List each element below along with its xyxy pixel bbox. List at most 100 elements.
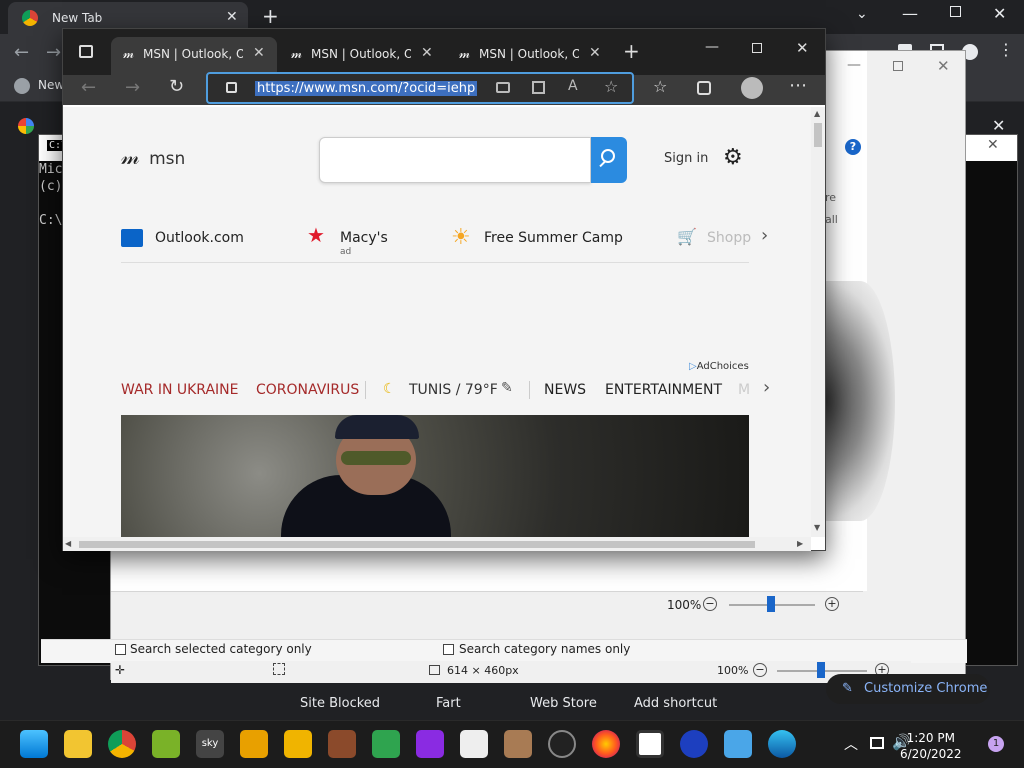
zoom-in-icon[interactable]: + — [825, 597, 839, 611]
chevron-up-icon[interactable]: ︿ — [844, 734, 858, 754]
new-tab-plus-icon[interactable]: + — [623, 39, 640, 63]
checkbox-category-names[interactable] — [443, 644, 454, 655]
minimize-icon[interactable]: — — [847, 57, 861, 73]
scroll-thumb[interactable] — [814, 123, 822, 147]
nav-coronavirus[interactable]: CORONAVIRUS — [256, 382, 359, 398]
vertical-scrollbar[interactable]: ▲ ▼ — [811, 107, 825, 537]
wii-icon[interactable] — [460, 730, 488, 758]
forward-arrow-icon[interactable]: → — [125, 77, 140, 98]
forward-arrow-icon[interactable]: → — [46, 42, 61, 63]
close-window-icon[interactable]: ✕ — [993, 4, 1006, 23]
shortcut-fart[interactable]: Fart — [436, 696, 461, 711]
zoom-out-icon[interactable]: − — [753, 663, 767, 677]
xapp-icon[interactable] — [680, 730, 708, 758]
read-aloud-icon[interactable]: A — [568, 78, 578, 94]
vpn-shield-icon[interactable] — [284, 730, 312, 758]
bookmark-new[interactable]: New — [38, 78, 64, 92]
new-tab-plus-icon[interactable]: + — [262, 4, 279, 28]
firefox-icon[interactable] — [592, 730, 620, 758]
close-window-icon[interactable]: ✕ — [987, 137, 999, 153]
nav-war-in-ukraine[interactable]: WAR IN UKRAINE — [121, 382, 239, 398]
scroll-down-icon[interactable]: ▼ — [814, 523, 820, 532]
search-input[interactable] — [319, 137, 591, 183]
clock[interactable]: 1:20 PM 6/20/2022 — [900, 730, 962, 762]
scroll-right-icon[interactable]: ▶ — [797, 539, 803, 548]
edge-tab-msn-3[interactable]: 𝓂 MSN | Outlook, Office ✕ — [447, 37, 613, 75]
minimize-icon[interactable]: — — [705, 39, 719, 55]
window-icon[interactable] — [636, 730, 664, 758]
menu-dots-icon[interactable]: ⋯ — [789, 75, 807, 96]
side-text: re — [825, 191, 837, 204]
favorites-icon[interactable]: ☆ — [653, 77, 667, 96]
collections-icon[interactable] — [697, 81, 711, 95]
close-window-icon[interactable]: ✕ — [937, 57, 950, 75]
chrome-taskbar-icon[interactable] — [108, 730, 136, 758]
close-icon[interactable]: ✕ — [421, 45, 433, 61]
nav-news[interactable]: NEWS — [544, 382, 586, 398]
url-text[interactable]: https://www.msn.com/?ocid=iehp — [255, 81, 478, 96]
customize-chrome-button[interactable]: ✎ Customize Chrome — [826, 674, 990, 704]
sign-in-link[interactable]: Sign in — [664, 151, 708, 166]
menu-dots-icon[interactable]: ⋮ — [998, 40, 1014, 59]
game-icon[interactable] — [416, 730, 444, 758]
notepad-icon[interactable] — [724, 730, 752, 758]
zoom-thumb[interactable] — [767, 596, 775, 612]
network-icon[interactable] — [870, 737, 884, 749]
start-windows-icon[interactable] — [20, 730, 48, 758]
shortcut-labels: Site Blocked Fart Web Store Add shortcut — [290, 694, 730, 714]
edge-tab-msn-2[interactable]: 𝓂 MSN | Outlook, Office ✕ — [279, 37, 445, 75]
edge-tab-msn-1[interactable]: 𝓂 MSN | Outlook, Office ✕ — [111, 37, 277, 75]
app-green-icon[interactable] — [152, 730, 180, 758]
add-favorite-icon[interactable]: ☆ — [604, 77, 618, 96]
scroll-thumb[interactable] — [79, 541, 755, 548]
monkey-icon[interactable] — [504, 730, 532, 758]
zoom-thumb[interactable] — [817, 662, 825, 678]
file-explorer-icon[interactable] — [64, 730, 92, 758]
close-icon[interactable]: ✕ — [992, 116, 1005, 135]
close-icon[interactable]: ✕ — [253, 45, 265, 61]
edge-taskbar-icon[interactable] — [768, 730, 796, 758]
nav-more[interactable]: M — [738, 382, 750, 398]
hero-image[interactable] — [121, 415, 749, 537]
close-icon[interactable]: ✕ — [589, 45, 601, 61]
address-bar[interactable]: https://www.msn.com/?ocid=iehp A ☆ — [206, 72, 634, 104]
chevron-down-icon[interactable]: ⌄ — [856, 6, 868, 22]
checkbox-selected-category[interactable] — [115, 644, 126, 655]
nav-entertainment[interactable]: ENTERTAINMENT — [605, 382, 722, 398]
search-button[interactable] — [591, 137, 627, 183]
pencil-icon[interactable]: ✎ — [501, 380, 513, 396]
chevron-right-icon[interactable]: › — [761, 225, 768, 246]
help-icon[interactable]: ? — [845, 139, 861, 155]
coffee-icon[interactable] — [328, 730, 356, 758]
shield-icon[interactable] — [240, 730, 268, 758]
maximize-icon[interactable] — [752, 43, 762, 53]
refresh-icon[interactable]: ↻ — [169, 76, 184, 97]
maximize-icon[interactable] — [893, 61, 903, 71]
scroll-left-icon[interactable]: ◀ — [65, 539, 71, 548]
msn-logo[interactable]: 𝓂 msn — [121, 145, 185, 170]
back-arrow-icon[interactable]: ← — [81, 77, 96, 98]
chevron-right-icon[interactable]: › — [763, 377, 770, 398]
shortcut-site-blocked[interactable]: Site Blocked — [300, 696, 380, 711]
close-window-icon[interactable]: ✕ — [796, 39, 809, 57]
sky-app-icon[interactable]: sky — [196, 730, 224, 758]
minimize-icon[interactable]: — — [902, 4, 918, 23]
back-arrow-icon[interactable]: ← — [14, 42, 29, 63]
zoom-out-icon[interactable]: − — [703, 597, 717, 611]
qr-code-icon[interactable] — [532, 81, 545, 94]
close-icon[interactable]: ✕ — [226, 9, 238, 25]
horizontal-scrollbar[interactable]: ◀ ▶ — [63, 537, 811, 551]
app-available-icon[interactable] — [496, 82, 510, 93]
nav-weather[interactable]: TUNIS / 79°F — [409, 382, 498, 398]
download-icon[interactable] — [372, 730, 400, 758]
tab-actions-icon[interactable] — [79, 45, 93, 58]
adchoices-link[interactable]: ▷AdChoices — [689, 361, 749, 372]
shortcut-add[interactable]: Add shortcut — [634, 696, 717, 711]
gear-icon[interactable]: ⚙ — [723, 145, 743, 170]
profile-icon[interactable] — [741, 77, 763, 99]
shortcut-web-store[interactable]: Web Store — [530, 696, 597, 711]
ninja-icon[interactable] — [548, 730, 576, 758]
restore-icon[interactable] — [950, 6, 961, 17]
scroll-up-icon[interactable]: ▲ — [814, 109, 820, 118]
notification-badge[interactable]: 1 — [988, 736, 1004, 752]
